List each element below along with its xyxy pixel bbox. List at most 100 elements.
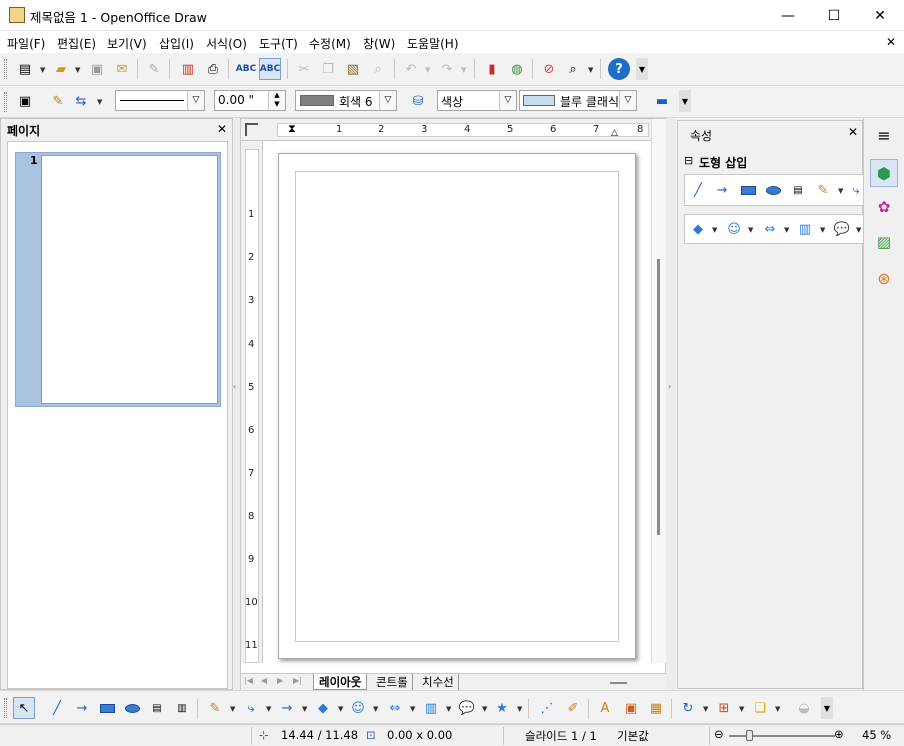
menu-window[interactable]: 창(W)	[363, 35, 395, 52]
menu-file[interactable]: 파일(F)	[7, 35, 45, 52]
flowchart-dropdown-icon[interactable]: ▼	[446, 705, 451, 713]
help-icon[interactable]: ?	[608, 58, 630, 80]
zoom-icon[interactable]: ⌕	[562, 58, 584, 80]
rectangle-tool-icon[interactable]	[737, 179, 759, 201]
area-fill-icon[interactable]: ⛁	[407, 90, 429, 112]
basic-shapes-icon[interactable]: ◆	[312, 697, 334, 719]
open-folder-icon[interactable]: ▰	[50, 58, 72, 80]
edit-file-icon[interactable]: ✎	[143, 58, 165, 80]
callouts-dropdown-icon[interactable]: ▼	[856, 226, 861, 234]
zoom-dropdown-icon[interactable]: ▼	[588, 66, 593, 74]
toolbar-grip[interactable]	[4, 92, 7, 112]
fontwork-icon[interactable]: ◍	[506, 58, 528, 80]
menu-view[interactable]: 보기(V)	[107, 35, 147, 52]
cut-icon[interactable]: ✂	[293, 58, 315, 80]
last-tab-icon[interactable]: ▶|	[293, 676, 302, 685]
save-icon[interactable]: ▣	[86, 58, 108, 80]
menu-format[interactable]: 서식(O)	[206, 35, 247, 52]
callouts-dropdown-icon[interactable]: ▼	[482, 705, 487, 713]
zoom-out-button[interactable]: ⊖	[714, 727, 724, 741]
close-document-button[interactable]: ✕	[886, 35, 896, 49]
shadow-icon[interactable]: ▬	[651, 90, 673, 112]
block-arrows-icon[interactable]: ⇔	[759, 218, 781, 240]
line-width-field[interactable]: 0.00 " ▲ ▼	[214, 90, 286, 111]
arrow-tool-icon[interactable]: →	[711, 179, 733, 201]
tab-layout[interactable]: 레이아웃	[313, 674, 368, 690]
right-indent-marker[interactable]: △	[611, 128, 618, 138]
styles-icon[interactable]: ▣	[14, 90, 36, 112]
block-arrows-dropdown-icon[interactable]: ▼	[410, 705, 415, 713]
zoom-slider-knob[interactable]	[746, 730, 753, 741]
gallery-icon[interactable]: ▦	[645, 697, 667, 719]
copy-icon[interactable]: ❐	[317, 58, 339, 80]
print-icon[interactable]: ⎙	[202, 58, 224, 80]
toolbar-grip[interactable]	[4, 59, 7, 79]
chevron-down-icon[interactable]: ▽	[187, 91, 204, 110]
symbol-shapes-dropdown-icon[interactable]: ▼	[373, 705, 378, 713]
curve-tool-icon[interactable]: ✎	[812, 179, 834, 201]
curve-tool-icon[interactable]: ✎	[204, 697, 226, 719]
chevron-left-icon[interactable]: ‹	[233, 382, 236, 391]
autospellcheck-icon[interactable]: ABC	[259, 58, 281, 80]
paste-icon[interactable]: ▧	[342, 58, 364, 80]
spin-icon[interactable]: ▲ ▼	[268, 91, 285, 110]
glue-points-icon[interactable]: ✐	[562, 697, 584, 719]
menu-tools[interactable]: 도구(T)	[259, 35, 298, 52]
chevron-right-icon[interactable]: ›	[668, 382, 671, 391]
section-collapse-toggle[interactable]: ⊟	[684, 154, 693, 167]
chart-icon[interactable]: ▮	[481, 58, 503, 80]
scrollbar-thumb[interactable]	[610, 682, 627, 684]
drawing-page[interactable]	[278, 153, 636, 659]
symbol-shapes-icon[interactable]: ☺	[347, 697, 369, 719]
area-color-select[interactable]: 블루 클래식 ▽	[519, 90, 637, 111]
menu-edit[interactable]: 편집(E)	[57, 35, 96, 52]
navigator-tab-icon[interactable]: ⊛	[873, 267, 895, 289]
chevron-down-icon[interactable]: ▽	[499, 91, 516, 110]
next-tab-icon[interactable]: ▶	[277, 676, 283, 685]
menu-modify[interactable]: 수정(M)	[309, 35, 351, 52]
properties-tab-icon[interactable]: ⬢	[870, 159, 898, 187]
arrange-icon[interactable]: ❏	[749, 697, 771, 719]
undo-dropdown-icon[interactable]: ▼	[425, 66, 430, 74]
effects-dropdown-icon[interactable]: ▼	[703, 705, 708, 713]
scrollbar-thumb[interactable]	[657, 259, 660, 535]
stars-icon[interactable]: ★	[491, 697, 513, 719]
open-dropdown-icon[interactable]: ▼	[75, 66, 80, 74]
new-dropdown-icon[interactable]: ▼	[40, 66, 45, 74]
first-tab-icon[interactable]: |◀	[244, 676, 253, 685]
ellipse-tool-icon[interactable]	[762, 179, 784, 201]
navigator-icon[interactable]: ⊘	[538, 58, 560, 80]
properties-panel-close-button[interactable]: ✕	[848, 125, 858, 139]
prev-tab-icon[interactable]: ◀	[261, 676, 267, 685]
extrusion-icon[interactable]: ◒	[793, 697, 815, 719]
layout-name[interactable]: 기본값	[617, 728, 649, 744]
menu-insert[interactable]: 삽입(I)	[159, 35, 194, 52]
arrow-style-icon[interactable]: ⇆	[70, 90, 92, 112]
page-thumbnail-selected[interactable]: 1	[15, 152, 221, 407]
block-arrows-dropdown-icon[interactable]: ▼	[784, 226, 789, 234]
vertical-scrollbar[interactable]	[651, 119, 666, 663]
line-style-select[interactable]: ▽	[115, 90, 205, 111]
basic-shapes-dropdown-icon[interactable]: ▼	[712, 226, 717, 234]
sidebar-menu-icon[interactable]: ≡	[873, 124, 895, 146]
horizontal-scrollbar[interactable]	[586, 674, 666, 690]
vertical-text-tool-icon[interactable]: ▥	[171, 697, 193, 719]
effects-icon[interactable]: ↻	[677, 697, 699, 719]
zoom-percent[interactable]: 45 %	[862, 728, 891, 742]
block-arrows-icon[interactable]: ⇔	[384, 697, 406, 719]
connector-tool-icon[interactable]: ⤷	[240, 697, 262, 719]
basic-shapes-dropdown-icon[interactable]: ▼	[338, 705, 343, 713]
menu-help[interactable]: 도움말(H)	[407, 35, 459, 52]
left-indent-marker[interactable]: ⧗	[288, 122, 296, 136]
lines-arrows-icon[interactable]: →	[276, 697, 298, 719]
connector-dropdown-icon[interactable]: ▼	[266, 705, 271, 713]
rectangle-tool-icon[interactable]	[96, 697, 118, 719]
fontwork-gallery-icon[interactable]: A	[594, 697, 616, 719]
gallery-tab-icon[interactable]: ▨	[873, 231, 895, 253]
arrange-dropdown-icon[interactable]: ▼	[775, 705, 780, 713]
pages-panel-close-button[interactable]: ✕	[217, 122, 227, 136]
symbol-shapes-icon[interactable]: ☺	[723, 218, 745, 240]
alignment-dropdown-icon[interactable]: ▼	[739, 705, 744, 713]
toolbar-overflow-icon[interactable]: ▼	[636, 58, 648, 80]
area-style-select[interactable]: 색상 ▽	[437, 90, 517, 111]
